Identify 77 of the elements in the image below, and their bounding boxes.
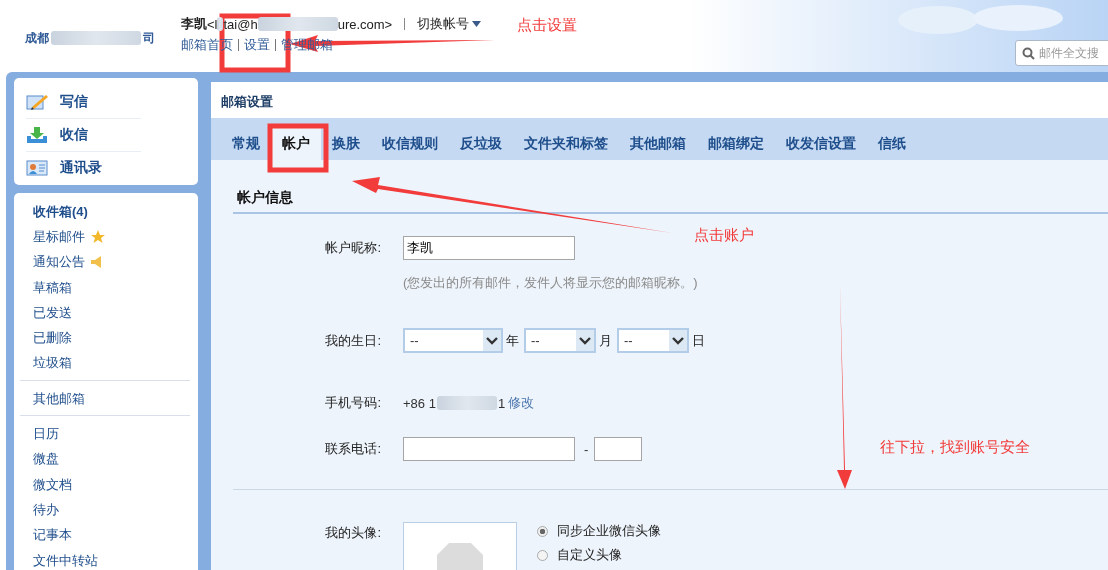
unit-label: 日 [692, 331, 705, 350]
panel-title: 邮箱设置 [220, 93, 274, 111]
header-link[interactable]: 设置 [244, 36, 270, 54]
email-text: ure.com> [337, 16, 393, 32]
folder-item[interactable]: 草稿箱 [33, 278, 72, 297]
radio-button[interactable] [537, 549, 548, 561]
settings-tab[interactable]: 帐户 [271, 128, 321, 160]
folder-item[interactable]: 已发送 [33, 303, 72, 322]
extension-field[interactable] [594, 437, 643, 461]
edit-link[interactable]: 修改 [508, 394, 535, 412]
settings-tab[interactable]: 常规 [221, 128, 271, 160]
chevron-down-icon [672, 336, 684, 345]
highlight-box [267, 123, 329, 173]
folder-item[interactable]: 记事本 [33, 526, 72, 545]
speaker-icon [91, 256, 104, 269]
folder-item[interactable]: 星标邮件 [33, 227, 85, 246]
email-text: <l [207, 16, 218, 32]
field-label: 帐户昵称: [324, 239, 382, 257]
radio-label: 同步企业微信头像 [557, 522, 661, 540]
avatar-silhouette-icon [437, 543, 483, 570]
contact-card-icon [26, 159, 48, 177]
folder-item[interactable]: 文件中转站 [33, 551, 98, 570]
folder-item[interactable]: 待办 [33, 500, 59, 519]
annotation-text: 点击账户 [694, 226, 754, 245]
annotation-text: 往下拉，找到账号安全 [880, 438, 1030, 457]
field-label: 联系电话: [324, 440, 382, 458]
settings-tab[interactable]: 收发信设置 [775, 128, 867, 160]
hint-text: (您发出的所有邮件，发件人将显示您的邮箱昵称。) [403, 274, 698, 292]
chevron-down-icon [486, 336, 498, 345]
folder-item[interactable]: 微盘 [33, 450, 59, 469]
date-select[interactable]: -- [617, 328, 689, 353]
folder-item[interactable]: 垃圾箱 [33, 354, 72, 373]
search-field[interactable]: 邮件全文搜 [1015, 40, 1108, 66]
download-tray-icon [26, 126, 48, 144]
settings-tab[interactable]: 信纸 [867, 128, 917, 160]
switch-account-button[interactable]: 切换帐号 [417, 15, 470, 33]
search-icon [1022, 46, 1035, 60]
separator-text: - [584, 441, 589, 457]
folder-item[interactable]: 微文档 [33, 475, 72, 494]
unit-label: 年 [506, 331, 519, 350]
radio-button[interactable] [537, 525, 548, 537]
settings-tab[interactable]: 文件夹和标签 [513, 128, 619, 160]
radio-label: 自定义头像 [557, 546, 622, 564]
settings-tab[interactable]: 邮箱绑定 [697, 128, 775, 160]
settings-tab[interactable]: 收信规则 [371, 128, 449, 160]
sidebar-action[interactable]: 通讯录 [60, 159, 102, 177]
settings-tab[interactable]: 其他邮箱 [619, 128, 697, 160]
search-input[interactable]: 邮件全文搜 [1039, 46, 1108, 60]
caret-icon [472, 21, 482, 27]
folder-item[interactable]: 已删除 [33, 329, 72, 348]
settings-tab[interactable]: 换肤 [321, 128, 371, 160]
folder-item[interactable]: 收件箱(4) [33, 202, 88, 221]
sidebar-action[interactable]: 写信 [60, 93, 88, 111]
field-label: 我的头像: [324, 524, 382, 542]
company-name: 成都 [25, 29, 49, 47]
unit-label: 月 [599, 331, 612, 350]
chevron-down-icon [579, 336, 591, 345]
user-name: 李凯 [181, 15, 207, 33]
date-select[interactable]: -- [403, 328, 503, 353]
field-label: 我的生日: [324, 331, 382, 350]
phone-field[interactable] [403, 437, 575, 461]
annotation-text: 点击设置 [517, 16, 577, 35]
date-select[interactable]: -- [524, 328, 596, 353]
field-label: 手机号码: [324, 394, 382, 412]
phone-number: 1 [497, 395, 506, 411]
settings-tab[interactable]: 反垃圾 [449, 128, 513, 160]
phone-number: +86 1 [403, 395, 436, 411]
star-icon [91, 230, 105, 244]
blurred-text [217, 17, 224, 31]
folder-item[interactable]: 其他邮箱 [33, 389, 85, 408]
sidebar-action[interactable]: 收信 [60, 126, 88, 144]
blurred-text [436, 396, 497, 410]
company-name: 司 [143, 29, 155, 47]
pencil-note-icon [26, 93, 48, 111]
folder-item[interactable]: 通知公告 [33, 253, 85, 272]
nickname-field[interactable]: 李凯 [403, 236, 575, 260]
folder-item[interactable]: 日历 [33, 425, 59, 443]
